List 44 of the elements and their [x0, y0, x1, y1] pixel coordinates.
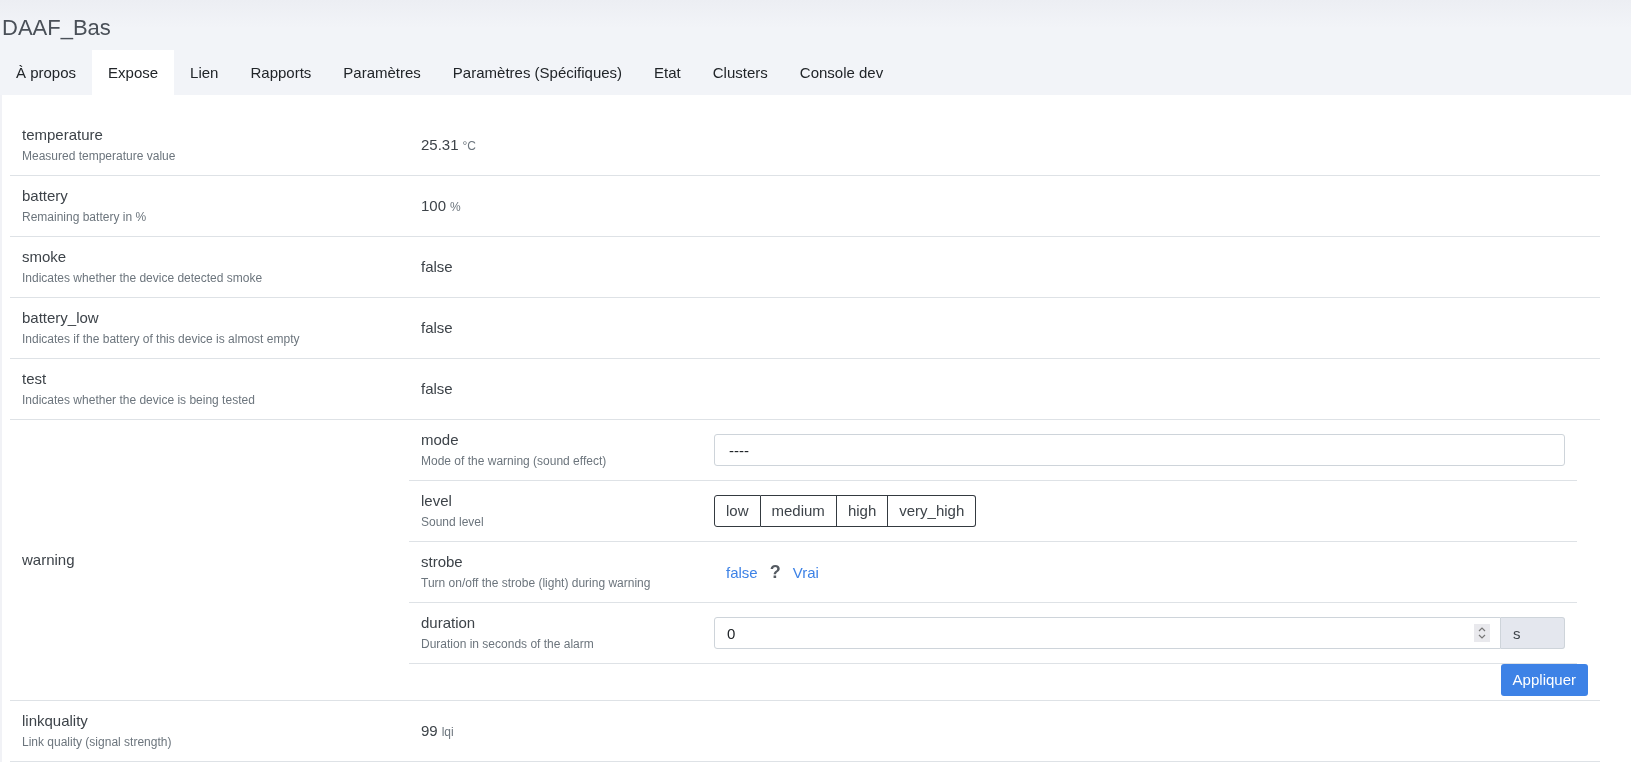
expose-name: temperature: [22, 125, 104, 145]
expose-name: linkquality: [22, 711, 89, 731]
expose-description: Mode of the warning (sound effect): [421, 453, 608, 470]
unknown-state-icon: ?: [769, 561, 781, 583]
expose-value: 25.31: [421, 136, 459, 153]
expose-name: level: [421, 491, 453, 511]
apply-button[interactable]: Appliquer: [1500, 664, 1588, 696]
expose-description: Indicates whether the device detected smoke: [22, 270, 264, 287]
on-link[interactable]: Vrai: [792, 563, 819, 581]
expose-name: test: [22, 369, 48, 389]
spinner-icon[interactable]: [1474, 624, 1490, 642]
unit-addon: s: [1501, 617, 1565, 649]
unit-label: lqi: [441, 725, 454, 739]
expose-name: battery: [22, 186, 69, 206]
option-button[interactable]: medium: [760, 495, 837, 527]
expose-description: Duration in seconds of the alarm: [421, 636, 595, 653]
unit-label: °C: [462, 139, 476, 153]
tab[interactable]: Expose: [92, 50, 175, 95]
expose-value: 99: [421, 722, 438, 739]
expose-description: Remaining battery in %: [22, 209, 148, 226]
number-input[interactable]: 0: [714, 617, 1501, 649]
expose-name: duration: [421, 613, 477, 633]
expose-name: strobe: [421, 552, 464, 572]
option-button[interactable]: high: [836, 495, 889, 527]
expose-description: Sound level: [421, 514, 485, 531]
expose-description: Indicates whether the device is being tested: [22, 392, 256, 409]
off-link[interactable]: false: [726, 563, 758, 581]
expose-description: Link quality (signal strength): [22, 734, 173, 751]
expose-description: Measured temperature value: [22, 148, 177, 165]
expose-name: warning: [22, 550, 76, 570]
device-title: DAAF_Bas: [1, 14, 112, 42]
expose-name: smoke: [22, 247, 68, 267]
expose-value: false: [421, 258, 453, 275]
option-button[interactable]: low: [714, 495, 761, 527]
option-button[interactable]: very_high: [888, 495, 977, 527]
expose-name: battery_low: [22, 308, 100, 328]
expose-description: Turn on/off the strobe (light) during warning: [421, 575, 652, 592]
expose-value: false: [421, 319, 453, 336]
mode-select[interactable]: ----: [714, 434, 1565, 466]
expose-value: 100: [421, 197, 447, 214]
expose-description: Indicates if the battery of this device is almost empty: [22, 331, 301, 348]
expose-value: false: [421, 380, 453, 397]
expose-name: mode: [421, 430, 460, 450]
unit-label: %: [450, 200, 461, 214]
